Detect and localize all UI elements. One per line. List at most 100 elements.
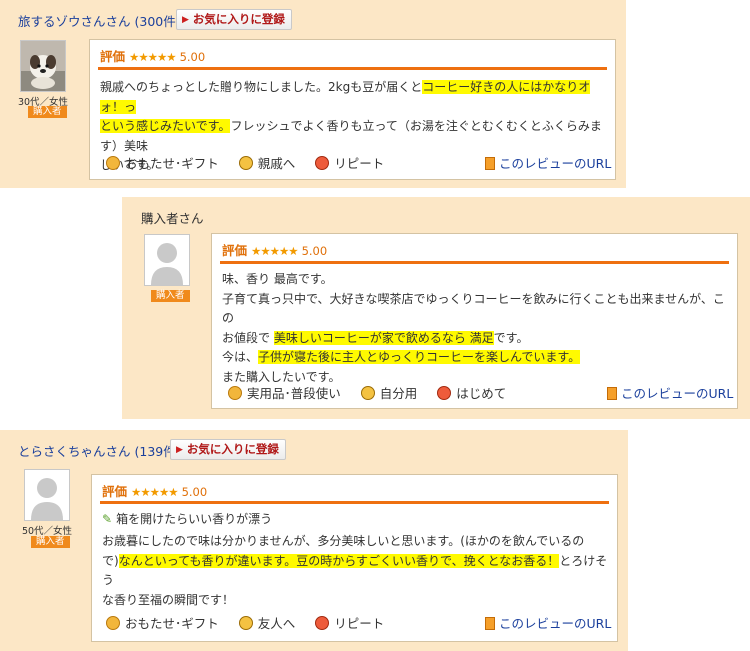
review-line: お歳暮にしたので味は分かりませんが、多分美味しいと思います。(ほかのを飲んでいる… xyxy=(102,532,609,552)
rating-row: 評価 ★★★★★ 5.00 xyxy=(102,481,208,499)
tag-label: 親戚へ xyxy=(257,156,296,171)
tag-label: リピート xyxy=(334,156,385,171)
review-url-link[interactable]: このレビューのURL xyxy=(485,613,611,632)
tags-row: おもたせ･ギフト 親戚へ リピート xyxy=(106,153,404,171)
tag-item: 友人へ xyxy=(238,613,296,632)
person-icon xyxy=(238,156,253,170)
tag-label: 実用品･普段使い xyxy=(247,386,341,401)
buyer-badge: 購入者 xyxy=(31,536,70,548)
tag-label: リピート xyxy=(334,616,385,631)
reviewer-name-link[interactable]: 旅するゾウさんさん xyxy=(18,14,131,29)
rating-score: 5.00 xyxy=(181,485,208,499)
highlighted-text: 美味しいコーヒーが家で飲めるなら 満足 xyxy=(273,330,494,345)
star-rating-icon: ★★★★★ xyxy=(131,485,179,499)
review-line: 子育て真っ只中で、大好きな喫茶店でゆっくりコーヒーを飲みに行くことも出来ませんが… xyxy=(222,290,729,329)
repeat-icon xyxy=(437,386,452,400)
divider xyxy=(220,261,729,264)
review-title: ✎ 箱を開けたらいい香りが漂う xyxy=(102,512,273,526)
document-icon xyxy=(485,157,495,170)
highlighted-text: 子供が寝た後に主人とゆっくりコーヒーを楽しんでいます。 xyxy=(258,350,581,364)
tag-item: はじめて xyxy=(437,383,506,402)
rating-row: 評価 ★★★★★ 5.00 xyxy=(100,46,206,64)
tag-item: 自分用 xyxy=(360,383,418,402)
hand-icon xyxy=(228,386,242,400)
review-block-3: とらさくちゃんさん (139件) ▶ お気に入りに登録 50代／女性 購入者 評価… xyxy=(0,430,628,651)
tag-item: リピート xyxy=(315,153,384,172)
review-line: で)なんといっても香りが違います。豆の時からすごくいい香りで、挽くとなお香る！と… xyxy=(102,552,609,591)
highlighted-text: なんといっても香りが違います。豆の時からすごくいい香りで、挽くとなお香る！ xyxy=(118,553,560,568)
repeat-icon xyxy=(315,616,330,630)
review-url-link[interactable]: このレビューのURL xyxy=(485,153,611,172)
add-favorite-button[interactable]: ▶ お気に入りに登録 xyxy=(176,9,292,30)
reviewer-line: とらさくちゃんさん (139件) xyxy=(18,441,181,460)
tag-item: リピート xyxy=(315,613,384,632)
tag-label: おもたせ･ギフト xyxy=(125,156,219,171)
review-card: 評価 ★★★★★ 5.00 味、香り 最高です。子育て真っ只中で、大好きな喫茶店でゆ… xyxy=(211,233,738,409)
rating-score: 5.00 xyxy=(301,244,328,258)
review-text: お歳暮にしたので味は分かりませんが、多分美味しいと思います。(ほかのを飲んでいる… xyxy=(102,534,585,548)
review-text: 親戚へのちょっとした贈り物にしました。2kgも豆が届くと xyxy=(100,80,423,94)
star-rating-icon: ★★★★★ xyxy=(129,50,177,64)
review-line: という感じみたいです。フレッシュでよく香りも立って（お湯を注ぐとむくむくとふくら… xyxy=(100,117,607,156)
buyer-badge: 購入者 xyxy=(151,290,190,302)
review-line: 味、香り 最高です。 xyxy=(222,270,729,290)
review-body: 味、香り 最高です。子育て真っ只中で、大好きな喫茶店でゆっくりコーヒーを飲みに行… xyxy=(222,270,729,387)
tag-label: 自分用 xyxy=(379,386,418,401)
repeat-icon xyxy=(315,156,330,170)
age-gender-label: 50代／女性 xyxy=(21,526,73,537)
play-triangle-icon: ▶ xyxy=(182,15,189,25)
person-icon xyxy=(360,386,375,400)
review-block-1: 旅するゾウさんさん (300件) ▶ お気に入りに登録 30代／女性 購入者 評価… xyxy=(0,0,626,188)
reviewer-name: 購入者さん xyxy=(141,211,204,226)
rating-label: 評価 xyxy=(100,49,126,64)
reviewer-line: 旅するゾウさんさん (300件) xyxy=(18,11,181,30)
tags-row: おもたせ･ギフト 友人へ リピート xyxy=(106,613,404,631)
review-line: 今は、子供が寝た後に主人とゆっくりコーヒーを楽しんでいます。 xyxy=(222,348,729,368)
avatar xyxy=(144,234,190,286)
review-text: で) xyxy=(102,553,119,568)
tag-label: 友人へ xyxy=(257,616,296,631)
star-rating-icon: ★★★★★ xyxy=(251,244,299,258)
review-line: 親戚へのちょっとした贈り物にしました。2kgも豆が届くとコーヒー好きの人にはかな… xyxy=(100,78,607,117)
hand-icon xyxy=(106,156,120,170)
review-line: お値段で 美味しいコーヒーが家で飲めるなら 満足です。 xyxy=(222,329,729,349)
rating-score: 5.00 xyxy=(179,50,206,64)
review-block-2: 購入者さん 購入者 評価 ★★★★★ 5.00 味、香り 最高です。子育て真っ只中で… xyxy=(122,197,750,419)
tag-item: おもたせ･ギフト xyxy=(106,613,219,632)
hand-icon xyxy=(106,616,120,630)
person-icon xyxy=(238,616,253,630)
review-text: また購入したいです。 xyxy=(222,369,341,384)
review-card: 評価 ★★★★★ 5.00 親戚へのちょっとした贈り物にしました。2kgも豆が届くと… xyxy=(89,39,616,180)
tag-item: おもたせ･ギフト xyxy=(106,153,219,172)
tag-label: おもたせ･ギフト xyxy=(125,616,219,631)
rating-label: 評価 xyxy=(102,484,128,499)
tags-row: 実用品･普段使い 自分用 はじめて xyxy=(228,383,526,401)
tag-item: 実用品･普段使い xyxy=(228,383,341,402)
play-triangle-icon: ▶ xyxy=(176,445,183,455)
review-url-link[interactable]: このレビューのURL xyxy=(607,383,733,402)
review-count-link[interactable]: (300件) xyxy=(135,14,181,29)
document-icon xyxy=(607,387,617,400)
divider xyxy=(98,67,607,70)
avatar xyxy=(24,469,70,521)
add-favorite-button[interactable]: ▶ お気に入りに登録 xyxy=(170,439,286,460)
avatar xyxy=(20,40,66,92)
rating-row: 評価 ★★★★★ 5.00 xyxy=(222,240,328,258)
document-icon xyxy=(485,617,495,630)
review-text: 子育て真っ只中で、大好きな喫茶店でゆっくりコーヒーを飲みに行くことも出来ませんが… xyxy=(222,291,725,326)
review-text: 今は、 xyxy=(222,350,259,364)
pencil-icon: ✎ xyxy=(102,512,113,526)
review-text: な香り至福の瞬間です！ xyxy=(102,592,235,607)
review-text: です。 xyxy=(493,330,529,345)
review-card: 評価 ★★★★★ 5.00 ✎ 箱を開けたらいい香りが漂う お歳暮にしたので味は分かり… xyxy=(91,474,618,642)
tag-item: 親戚へ xyxy=(238,153,296,172)
rating-label: 評価 xyxy=(222,243,248,258)
tag-label: はじめて xyxy=(456,386,507,401)
review-text: お値段で xyxy=(222,330,274,345)
review-body: お歳暮にしたので味は分かりませんが、多分美味しいと思います。(ほかのを飲んでいる… xyxy=(102,532,609,610)
review-text: 味、香り 最高です。 xyxy=(222,272,333,286)
divider xyxy=(100,501,609,504)
reviewer-name-link[interactable]: とらさくちゃんさん xyxy=(18,444,131,459)
highlighted-text: という感じみたいです。 xyxy=(100,119,231,133)
buyer-badge: 購入者 xyxy=(28,106,67,118)
